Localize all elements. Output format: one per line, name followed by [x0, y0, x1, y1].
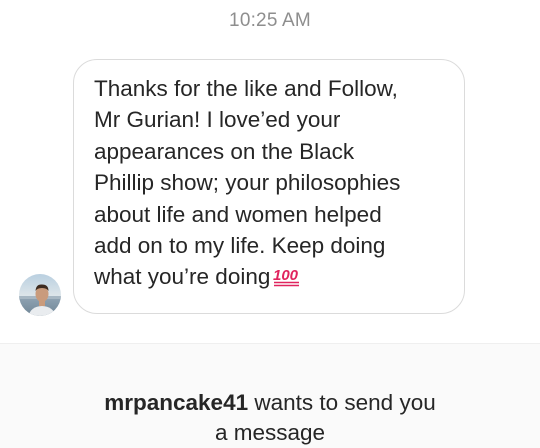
message-line: Phillip show; your philosophies: [94, 170, 401, 196]
request-text-line1: wants to send you: [248, 390, 436, 415]
message-line: Mr Gurian! I love’ed your: [94, 107, 341, 133]
request-text-line2: a message: [214, 420, 326, 445]
message-line-last: what you’re doing 100: [94, 261, 450, 295]
message-line: add on to my life. Keep doing: [94, 233, 386, 259]
message-line: appearances on the Black: [94, 138, 355, 164]
message-timestamp: 10:25 AM: [229, 10, 311, 31]
request-username[interactable]: mrpancake41: [104, 390, 248, 415]
message-line-text: what you’re doing: [94, 264, 271, 290]
message-bubble[interactable]: Thanks for the like and Follow, Mr Guria…: [73, 59, 465, 314]
message-request-panel: mrpancake41 wants to send you a message: [0, 343, 540, 448]
message-line: Thanks for the like and Follow,: [94, 76, 398, 101]
message-request-text: mrpancake41 wants to send you a message: [0, 388, 540, 448]
avatar-photo: [19, 274, 61, 316]
hundred-points-icon: 100: [272, 263, 302, 295]
hundred-points-text: 100: [273, 267, 299, 284]
message-line: about life and women helped: [94, 201, 382, 227]
sender-avatar[interactable]: [19, 274, 61, 316]
